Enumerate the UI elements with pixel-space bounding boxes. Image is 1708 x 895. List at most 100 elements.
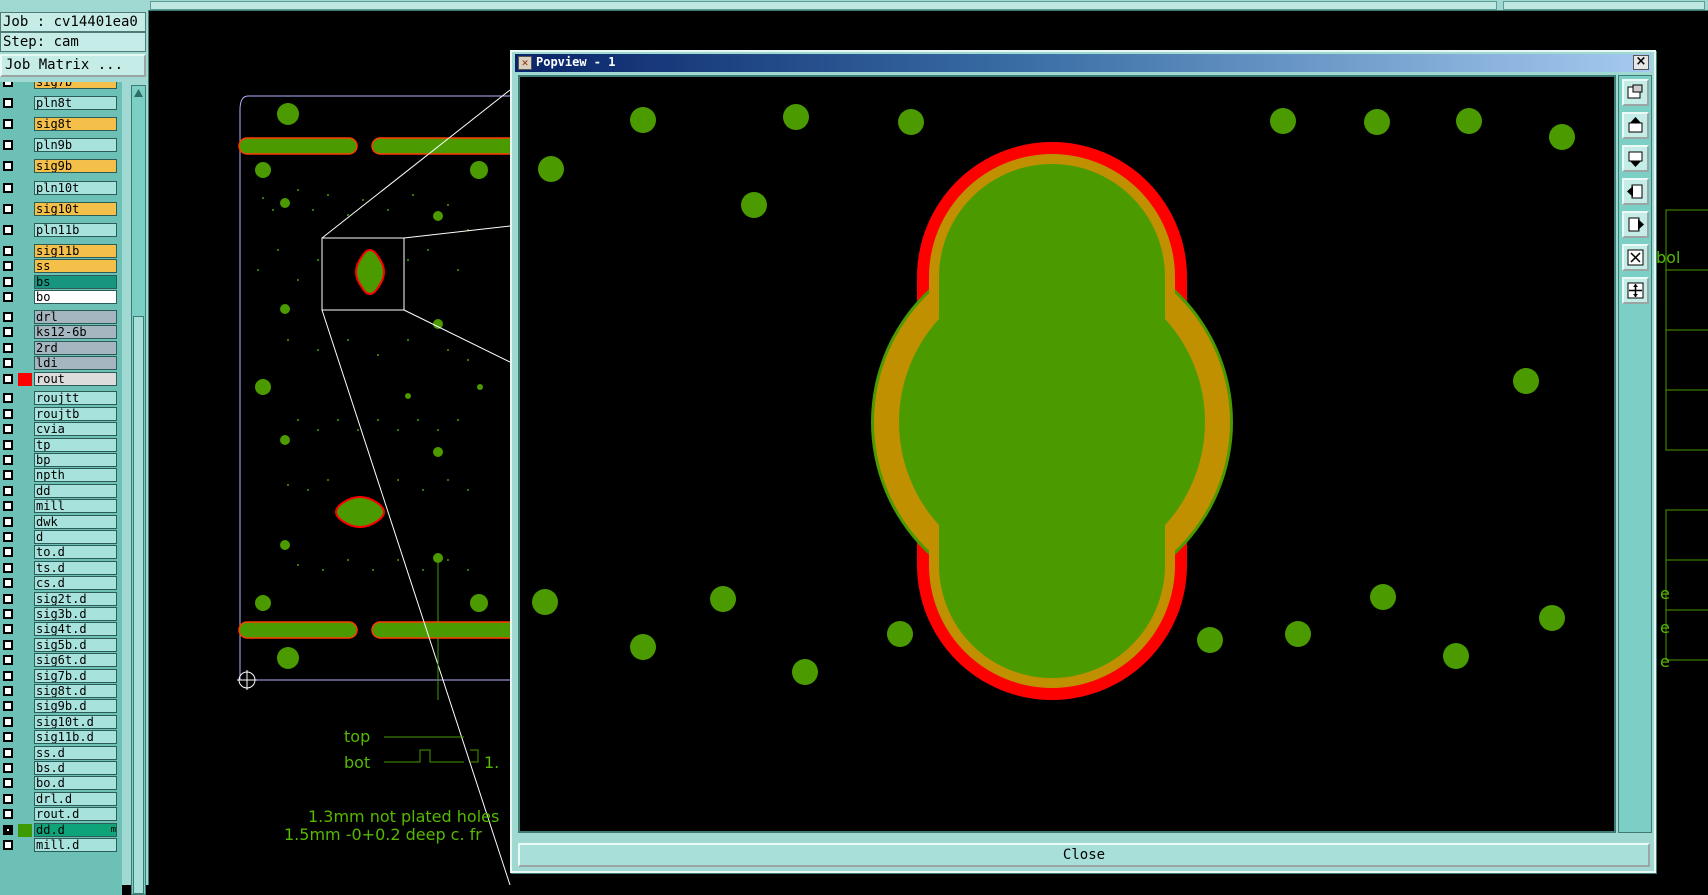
layer-checkbox[interactable] xyxy=(3,98,13,108)
layer-checkbox[interactable] xyxy=(3,161,13,171)
layer-row-pln10t[interactable]: pln10t xyxy=(0,181,122,196)
layer-row-dd.d[interactable]: dd.d m xyxy=(0,823,122,838)
layer-checkbox[interactable] xyxy=(3,671,13,681)
layer-name-label[interactable]: tp xyxy=(34,438,117,452)
layer-row-sig11b.d[interactable]: sig11b.d xyxy=(0,730,122,745)
layer-row-to.d[interactable]: to.d xyxy=(0,545,122,560)
layer-row-roujtt[interactable]: roujtt xyxy=(0,391,122,406)
layer-checkbox[interactable] xyxy=(3,732,13,742)
layer-name-label[interactable]: pln10t xyxy=(34,181,117,195)
layer-name-label[interactable]: sig9b.d xyxy=(34,699,117,713)
layer-color-swatch[interactable] xyxy=(18,824,32,837)
layer-up-icon[interactable] xyxy=(1622,112,1649,139)
layer-checkbox[interactable] xyxy=(3,204,13,214)
layer-checkbox[interactable] xyxy=(3,609,13,619)
layer-checkbox[interactable] xyxy=(3,778,13,788)
layer-name-label[interactable]: bs xyxy=(34,275,117,289)
layer-name-label[interactable]: bs.d xyxy=(34,761,117,775)
layer-name-label[interactable]: sig11b xyxy=(34,244,117,258)
layer-name-label[interactable]: sig6t.d xyxy=(34,653,117,667)
layer-name-label[interactable]: drl xyxy=(34,310,117,324)
layer-color-swatch[interactable] xyxy=(18,373,32,386)
layer-row-rout[interactable]: rout xyxy=(0,372,122,387)
zoom-center-icon[interactable] xyxy=(1622,277,1649,304)
layer-row-ts.d[interactable]: ts.d xyxy=(0,561,122,576)
layer-list-scrollbar[interactable] xyxy=(131,85,146,895)
layer-name-label[interactable]: rout xyxy=(34,372,117,386)
layer-checkbox[interactable] xyxy=(3,140,13,150)
layer-name-label[interactable]: roujtb xyxy=(34,407,117,421)
layer-name-label[interactable]: pln8t xyxy=(34,96,117,110)
layer-checkbox[interactable] xyxy=(3,532,13,542)
layer-name-label[interactable]: sig3b.d xyxy=(34,607,117,621)
layer-row-dd[interactable]: dd xyxy=(0,484,122,499)
layer-row-sig10t.d[interactable]: sig10t.d xyxy=(0,715,122,730)
layer-row-mill.d[interactable]: mill.d xyxy=(0,838,122,853)
layer-row-ss.d[interactable]: ss.d xyxy=(0,746,122,761)
layer-checkbox[interactable] xyxy=(3,424,13,434)
zoom-fit-icon[interactable] xyxy=(1622,244,1649,271)
layer-name-label[interactable]: sig4t.d xyxy=(34,622,117,636)
layer-checkbox[interactable] xyxy=(3,809,13,819)
layer-row-bo[interactable]: bo xyxy=(0,290,122,305)
layer-row-ks12-6b[interactable]: ks12-6b xyxy=(0,325,122,340)
layer-row-tp[interactable]: tp xyxy=(0,438,122,453)
layer-checkbox[interactable] xyxy=(3,292,13,302)
layer-name-label[interactable]: pln9b xyxy=(34,138,117,152)
layer-name-label[interactable]: rout.d xyxy=(34,807,117,821)
layer-name-label[interactable]: dwk xyxy=(34,515,117,529)
layer-row-sig8t.d[interactable]: sig8t.d xyxy=(0,684,122,699)
layer-row-bp[interactable]: bp xyxy=(0,453,122,468)
layer-checkbox[interactable] xyxy=(3,358,13,368)
layer-checkbox[interactable] xyxy=(3,393,13,403)
layer-name-label[interactable]: to.d xyxy=(34,545,117,559)
layer-checkbox[interactable] xyxy=(3,563,13,573)
popview-canvas[interactable] xyxy=(518,75,1616,833)
layer-row-bo.d[interactable]: bo.d xyxy=(0,776,122,791)
layer-row-pln8t[interactable]: pln8t xyxy=(0,96,122,111)
layer-row-rout.d[interactable]: rout.d xyxy=(0,807,122,822)
layer-name-label[interactable]: sig10t xyxy=(34,202,117,216)
layer-name-label[interactable]: ks12-6b xyxy=(34,325,117,339)
layer-row-sig7b[interactable]: sig7b xyxy=(0,82,122,90)
layer-row-sig10t[interactable]: sig10t xyxy=(0,202,122,217)
layer-checkbox[interactable] xyxy=(3,409,13,419)
layer-name-label[interactable]: ss.d xyxy=(34,746,117,760)
layer-row-mill[interactable]: mill xyxy=(0,499,122,514)
layer-checkbox[interactable] xyxy=(3,578,13,588)
layer-name-label[interactable]: 2rd xyxy=(34,341,117,355)
layer-checkbox[interactable] xyxy=(3,261,13,271)
layer-checkbox[interactable] xyxy=(3,225,13,235)
layer-name-label[interactable]: sig2t.d xyxy=(34,592,117,606)
layer-row-sig6t.d[interactable]: sig6t.d xyxy=(0,653,122,668)
layer-row-ldi[interactable]: ldi xyxy=(0,356,122,371)
scroll-up-arrow-icon[interactable] xyxy=(133,87,144,99)
layer-name-label[interactable]: bo.d xyxy=(34,776,117,790)
zoom-window-icon[interactable] xyxy=(1622,79,1649,106)
window-close-icon[interactable]: × xyxy=(1633,55,1649,70)
layer-checkbox[interactable] xyxy=(3,374,13,384)
layer-row-roujtb[interactable]: roujtb xyxy=(0,407,122,422)
layer-name-label[interactable]: bo xyxy=(34,290,117,304)
layer-row-pln9b[interactable]: pln9b xyxy=(0,138,122,153)
layer-row-dwk[interactable]: dwk xyxy=(0,515,122,530)
layer-row-bs.d[interactable]: bs.d xyxy=(0,761,122,776)
layer-row-2rd[interactable]: 2rd xyxy=(0,341,122,356)
layer-row-npth[interactable]: npth xyxy=(0,468,122,483)
scrollbar-thumb[interactable] xyxy=(133,316,144,894)
layer-down-icon[interactable] xyxy=(1622,145,1649,172)
layer-checkbox[interactable] xyxy=(3,82,13,87)
top-toolbar-field-right[interactable] xyxy=(1503,1,1705,10)
layer-row-cvia[interactable]: cvia xyxy=(0,422,122,437)
layer-name-label[interactable]: bp xyxy=(34,453,117,467)
layer-name-label[interactable]: sig7b.d xyxy=(34,669,117,683)
layer-checkbox[interactable] xyxy=(3,624,13,634)
layer-checkbox[interactable] xyxy=(3,119,13,129)
layer-name-label[interactable]: sig10t.d xyxy=(34,715,117,729)
layer-checkbox[interactable] xyxy=(3,455,13,465)
layer-checkbox[interactable] xyxy=(3,470,13,480)
job-matrix-button[interactable]: Job Matrix ... xyxy=(0,54,146,77)
layer-row-sig9b.d[interactable]: sig9b.d xyxy=(0,699,122,714)
layer-name-label[interactable]: sig8t xyxy=(34,117,117,131)
layer-checkbox[interactable] xyxy=(3,312,13,322)
